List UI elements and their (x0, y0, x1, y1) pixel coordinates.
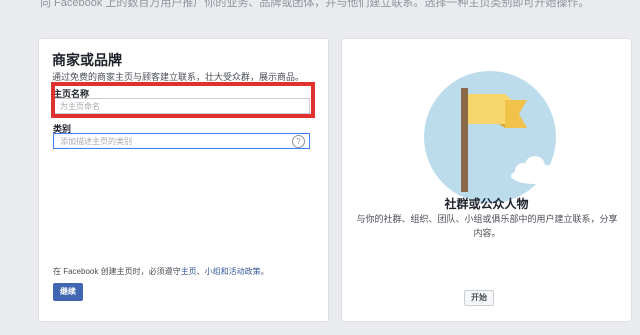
start-button[interactable]: 开始 (464, 290, 494, 306)
top-notice-strip: 向 Facebook 上的数百万用户推广你的业务、品牌或团体，并与他们建立联系。… (0, 0, 640, 14)
help-icon[interactable]: ? (292, 135, 305, 148)
community-card-title: 社群或公众人物 (444, 197, 529, 211)
terms-separator: 、 (196, 267, 205, 276)
terms-prefix: 在 Facebook 创建主页时，必须遵守 (53, 267, 181, 276)
community-card-description: 与你的社群、组织、团队、小组或俱乐部中的用户建立联系，分享内容。 (356, 214, 618, 238)
terms-suffix: 。 (260, 267, 269, 276)
pages-policy-link[interactable]: 主页 (181, 267, 197, 276)
community-public-figure-card[interactable]: 社群或公众人物 与你的社群、组织、团队、小组或俱乐部中的用户建立联系，分享内容。… (341, 38, 632, 322)
category-input[interactable]: 添加描述主页的类别 ? (53, 133, 310, 149)
terms-text: 在 Facebook 创建主页时，必须遵守主页、小组和活动政策。 (53, 266, 269, 277)
continue-button[interactable]: 继续 (53, 283, 83, 301)
highlight-annotation-box (51, 82, 315, 118)
category-placeholder: 添加描述主页的类别 (60, 137, 132, 146)
flag-illustration (424, 71, 557, 203)
business-brand-card: 商家或品牌 通过免费的商家主页与顾客建立联系，壮大受众群，展示商品。 主页名称 … (38, 38, 329, 322)
groups-events-policy-link[interactable]: 小组和活动政策 (205, 267, 261, 276)
top-notice-text: 向 Facebook 上的数百万用户推广你的业务、品牌或团体，并与他们建立联系。… (40, 0, 590, 9)
business-card-title: 商家或品牌 (52, 52, 122, 68)
